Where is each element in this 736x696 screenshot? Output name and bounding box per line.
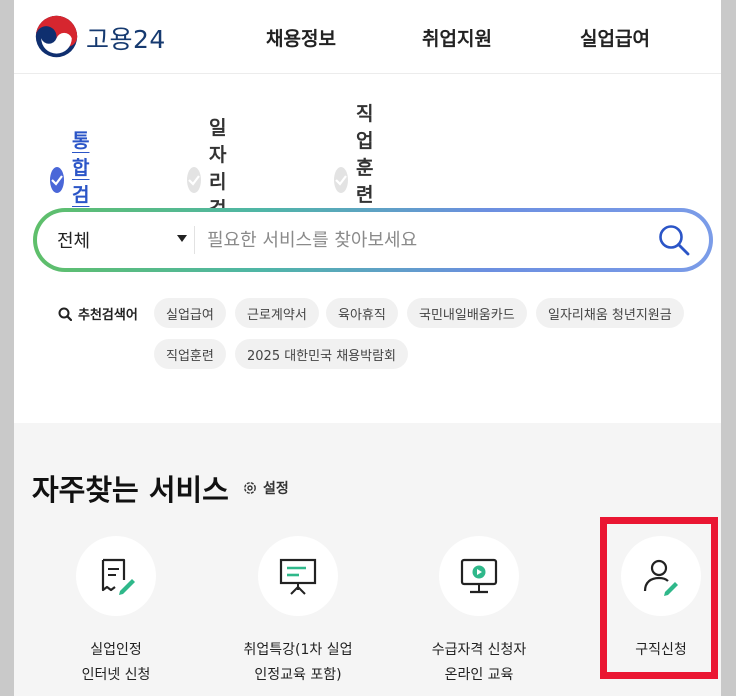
service-online-education[interactable]: 수급자격 신청자 온라인 교육 [394, 536, 564, 688]
keyword-chip[interactable]: 근로계약서 [235, 298, 319, 328]
government-logo-icon[interactable] [34, 14, 79, 59]
service-icon-circle [76, 536, 156, 616]
tab-integrated-search[interactable]: 통합검색 [50, 130, 101, 233]
settings-button[interactable]: 설정 [242, 478, 289, 498]
keyword-chip[interactable]: 직업훈련 [154, 339, 226, 369]
nav-employment-support[interactable]: 취업지원 [422, 24, 492, 51]
category-value: 전체 [57, 231, 91, 252]
nav-job-info[interactable]: 채용정보 [266, 24, 336, 51]
page-frame: 고용24 채용정보 취업지원 실업급여 통합검색 일자리 검색 직업훈련 검색 [14, 0, 721, 696]
category-select[interactable]: 전체 [57, 212, 187, 268]
check-circle-icon [50, 167, 64, 193]
service-icon-circle [258, 536, 338, 616]
service-label: 실업인정 인터넷 신청 [81, 642, 151, 683]
keyword-chip[interactable]: 실업급여 [154, 298, 226, 328]
keyword-chip[interactable]: 육아휴직 [326, 298, 398, 328]
tab-job-search[interactable]: 일자리 검색 [187, 117, 238, 247]
highlight-box [600, 517, 718, 679]
search-input[interactable] [207, 220, 647, 260]
recommended-label-text: 추천검색어 [78, 308, 138, 323]
search-box-inner: 전체 [37, 212, 709, 268]
tab-training-search[interactable]: 직업훈련 검색 [334, 103, 385, 260]
monitor-play-icon [460, 558, 498, 594]
search-icon [58, 307, 72, 321]
keyword-chip[interactable]: 2025 대한민국 채용박람회 [235, 339, 408, 369]
service-employment-lecture[interactable]: 취업특강(1차 실업 인정교육 포함) [213, 536, 383, 688]
service-label: 취업특강(1차 실업 인정교육 포함) [243, 642, 353, 683]
gear-icon [244, 482, 256, 494]
section-title: 자주찾는 서비스 [32, 473, 229, 507]
presentation-board-icon [279, 558, 317, 595]
brand-name[interactable]: 고용24 [86, 20, 166, 56]
keyword-chip[interactable]: 일자리채움 청년지원금 [536, 298, 684, 328]
settings-label: 설정 [263, 481, 289, 497]
service-unemployment-certification[interactable]: 실업인정 인터넷 신청 [31, 536, 201, 688]
service-icon-circle [439, 536, 519, 616]
recommended-keywords-label: 추천검색어 [58, 304, 138, 323]
search-icon[interactable] [657, 223, 691, 257]
caret-down-icon [177, 235, 187, 242]
search-box: 전체 [33, 208, 713, 272]
check-circle-icon [187, 167, 201, 193]
nav-unemployment-benefit[interactable]: 실업급여 [580, 24, 650, 51]
keyword-chip[interactable]: 국민내일배움카드 [407, 298, 527, 328]
check-circle-icon [334, 167, 348, 193]
service-label: 수급자격 신청자 온라인 교육 [431, 642, 527, 683]
certificate-edit-icon [101, 558, 135, 595]
divider [194, 226, 195, 254]
site-header: 고용24 채용정보 취업지원 실업급여 [14, 0, 721, 74]
